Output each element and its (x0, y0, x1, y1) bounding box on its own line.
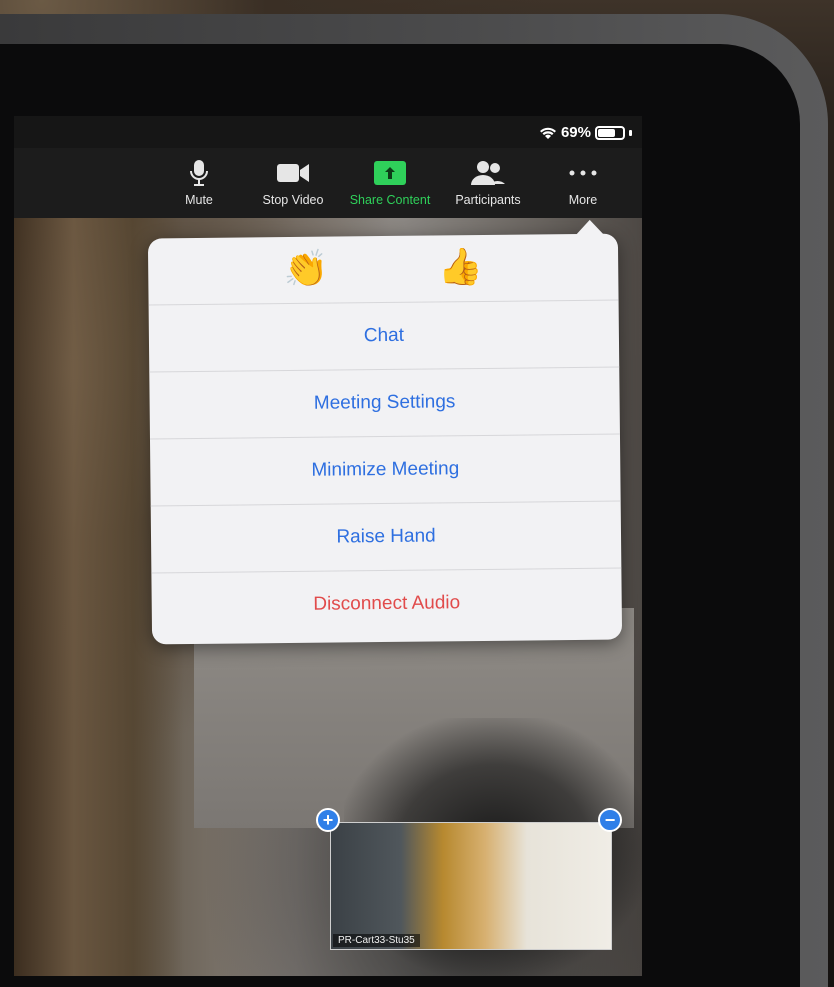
status-bar: 69% (14, 116, 642, 148)
battery-cap (629, 129, 632, 136)
stop-video-label: Stop Video (262, 193, 324, 207)
ellipsis-icon (569, 170, 597, 176)
participants-label: Participants (455, 193, 521, 207)
raise-hand-menu-item[interactable]: Raise Hand (150, 501, 622, 574)
clap-reaction-button[interactable]: 👏 (283, 249, 328, 290)
participant-name-label: PR-Cart33-Stu35 (333, 934, 420, 947)
disconnect-audio-menu-item[interactable]: Disconnect Audio (151, 569, 622, 640)
microphone-icon (190, 160, 208, 186)
share-content-label: Share Content (349, 193, 431, 207)
battery-percent: 69% (560, 124, 591, 141)
participants-icon (471, 161, 505, 185)
reactions-row: 👏 👍 (147, 233, 619, 306)
meeting-settings-menu-item[interactable]: Meeting Settings (149, 367, 620, 440)
zoom-screen: 69% Mute Stop Video Share Content Partic… (14, 116, 642, 976)
wifi-icon (539, 127, 556, 139)
share-arrow-icon (374, 161, 406, 185)
video-camera-icon (277, 164, 309, 182)
mute-button[interactable]: Mute (176, 158, 222, 207)
share-content-button[interactable]: Share Content (343, 158, 437, 207)
photo-background: 69% Mute Stop Video Share Content Partic… (0, 0, 834, 987)
self-view-thumbnail[interactable]: PR-Cart33-Stu35 (330, 822, 612, 950)
stop-video-button[interactable]: Stop Video (257, 158, 329, 207)
mute-label: Mute (185, 193, 213, 207)
plus-icon: + (322, 810, 334, 830)
battery-level (598, 128, 615, 137)
meeting-toolbar: Mute Stop Video Share Content Participan… (14, 148, 642, 218)
participants-button[interactable]: Participants (448, 158, 528, 207)
thumbs-up-reaction-button[interactable]: 👍 (438, 247, 483, 288)
status-indicators: 69% (539, 124, 632, 141)
minus-icon: − (604, 810, 616, 830)
minimize-meeting-menu-item[interactable]: Minimize Meeting (149, 434, 621, 507)
more-label: More (568, 193, 598, 207)
expand-thumbnail-button[interactable]: + (316, 808, 340, 832)
more-menu-popover: 👏 👍 Chat Meeting Settings Minimize Meeti… (147, 219, 623, 645)
chat-menu-item[interactable]: Chat (148, 300, 620, 373)
battery-icon (595, 125, 625, 140)
more-button[interactable]: More (558, 158, 608, 207)
popover-arrow (575, 219, 604, 235)
collapse-thumbnail-button[interactable]: − (598, 808, 622, 832)
